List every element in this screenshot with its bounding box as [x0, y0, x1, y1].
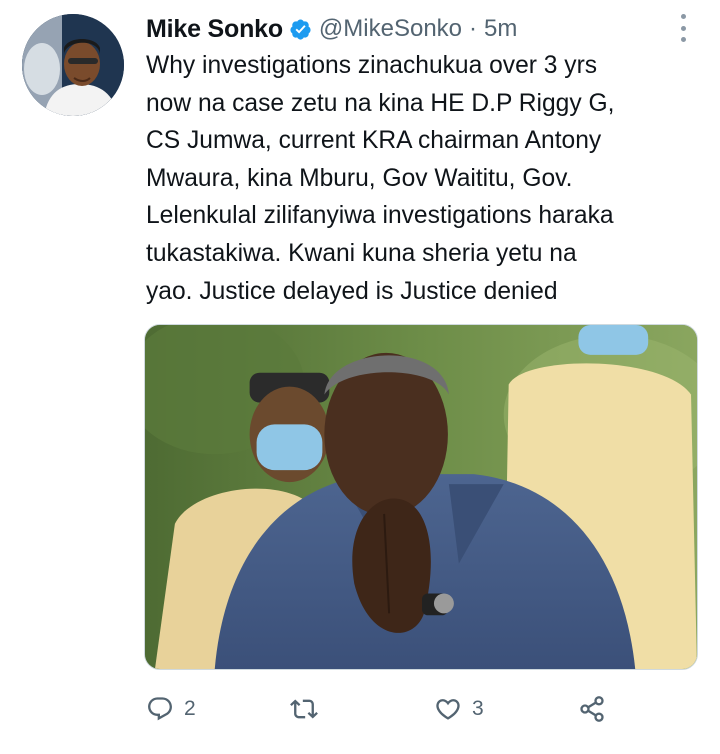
tweet-header: Mike Sonko @MikeSonko · 5m: [146, 12, 517, 46]
retweet-button[interactable]: [290, 684, 328, 734]
more-options-icon[interactable]: [676, 14, 690, 42]
share-icon: [578, 695, 606, 723]
reply-icon: [146, 695, 174, 723]
photo-image: [145, 325, 697, 669]
reply-count: 2: [184, 697, 196, 720]
tweet-text: Why investigations zinachukua over 3 yrs…: [146, 52, 615, 305]
share-button[interactable]: [578, 684, 606, 734]
retweet-icon: [290, 695, 318, 723]
author-name[interactable]: Mike Sonko: [146, 15, 283, 44]
like-button[interactable]: 3: [434, 684, 484, 734]
like-count: 3: [472, 697, 484, 720]
like-icon: [434, 695, 462, 723]
author-avatar[interactable]: [22, 14, 124, 116]
tweet-action-bar: 2 3: [0, 684, 720, 734]
reply-button[interactable]: 2: [146, 684, 196, 734]
avatar-image: [22, 14, 124, 116]
separator-dot: ·: [469, 15, 478, 42]
tweet-photo[interactable]: [144, 324, 698, 670]
author-handle[interactable]: @MikeSonko: [319, 15, 462, 43]
tweet-timestamp[interactable]: 5m: [484, 15, 517, 43]
verified-badge-icon: [289, 18, 312, 41]
